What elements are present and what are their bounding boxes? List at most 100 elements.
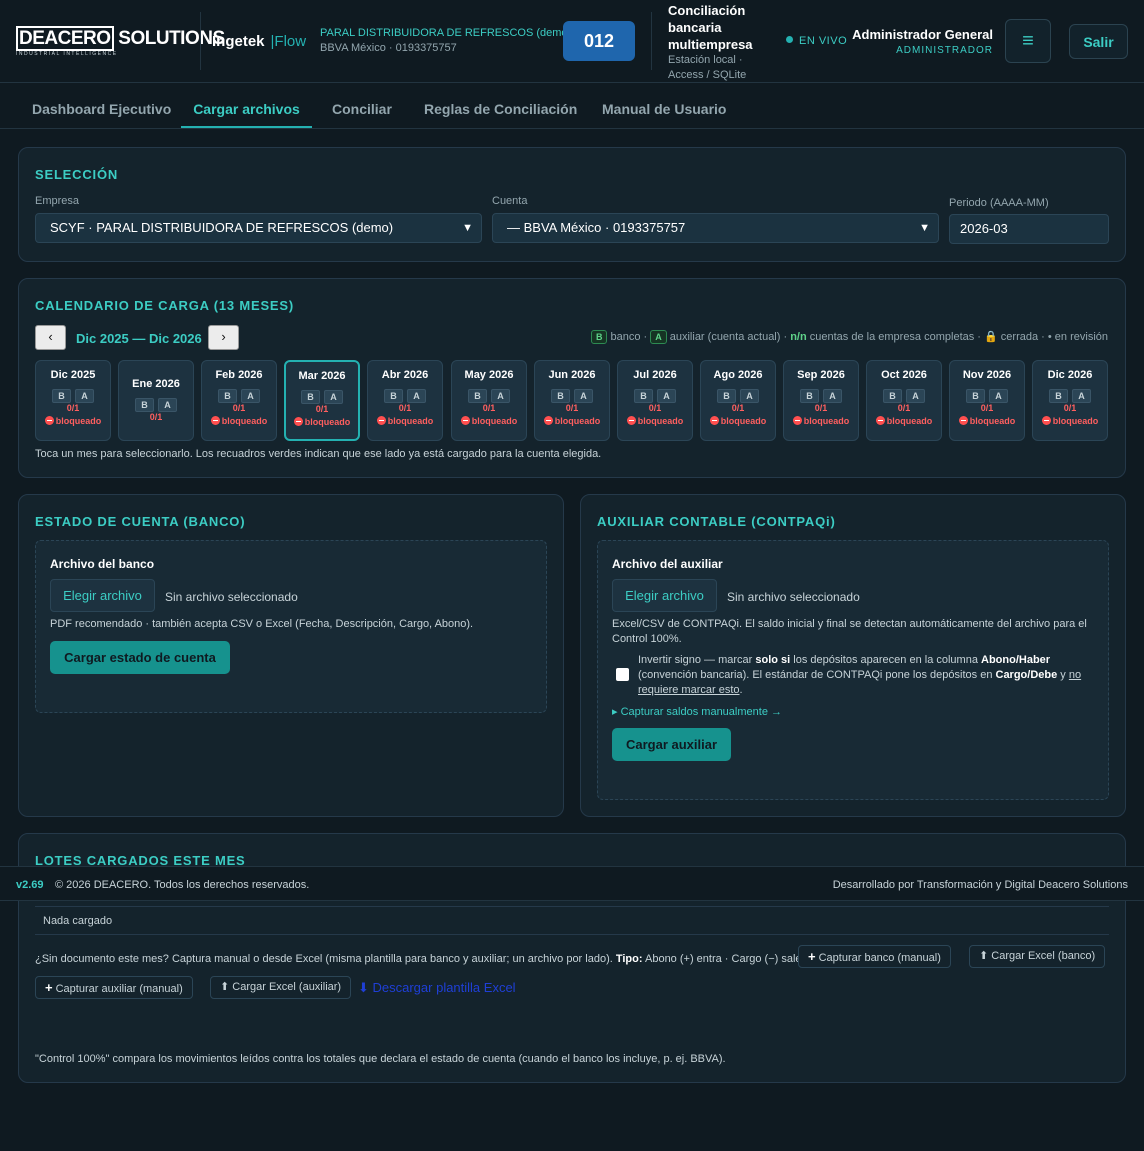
deacero-logo: DEACERO SOLUTIONS INDUSTRIAL INTELLIGENC…: [16, 26, 225, 58]
month-label: Abr 2026: [381, 369, 429, 381]
calendar-month[interactable]: Dic 2025 B A 0/1 bloqueado: [35, 360, 111, 441]
plus-icon: +: [808, 949, 816, 964]
aux-choose-file-button[interactable]: Elegir archivo: [612, 579, 717, 612]
header-divider: [651, 12, 652, 70]
menu-button[interactable]: ≡: [1005, 19, 1051, 63]
calendar-legend: Bbanco · Aauxiliar (cuenta actual) · n/n…: [590, 330, 1108, 344]
calendar-hint: Toca un mes para seleccionarlo. Los recu…: [35, 448, 602, 460]
calendar-month[interactable]: Ene 2026 B A 0/1: [118, 360, 194, 441]
cuenta-label: Cuenta: [492, 195, 528, 207]
month-status: bloqueado: [36, 416, 110, 426]
month-status-label: bloqueado: [221, 416, 268, 426]
month-count: 0/1: [482, 403, 496, 413]
calendar-next-button[interactable]: ›: [208, 325, 239, 350]
empresa-select[interactable]: SCYF · PARAL DISTRIBUIDORA DE REFRESCOS …: [35, 213, 482, 243]
tab-manual[interactable]: Manual de Usuario: [602, 83, 726, 128]
live-label: EN VIVO: [799, 35, 848, 47]
tab-cargar-archivos[interactable]: Cargar archivos: [181, 83, 312, 128]
blocked-icon: [44, 416, 54, 425]
invert-text: .: [739, 684, 743, 696]
download-template-link[interactable]: ⬇ Descargar plantilla Excel: [358, 980, 516, 996]
developed-by: Desarrollado por Transformación y Digita…: [832, 879, 1128, 891]
month-label: May 2026: [464, 369, 514, 381]
legend-complete-label: cuentas de la empresa completas ·: [809, 331, 981, 343]
calendar-month[interactable]: May 2026 B A 0/1 bloqueado: [451, 360, 527, 441]
calendar-prev-button[interactable]: ‹: [35, 325, 66, 350]
month-aux-tag: A: [823, 389, 842, 403]
upload-aux-excel-button[interactable]: ⬆ Cargar Excel (auxiliar): [210, 976, 352, 999]
month-aux-tag: A: [657, 389, 676, 403]
month-aux-tag: A: [407, 389, 426, 403]
logout-button[interactable]: Salir: [1069, 24, 1128, 59]
lots-divider: [35, 934, 1109, 935]
logo-solutions-text: SOLUTIONS: [118, 28, 225, 49]
bank-file-note: PDF recomendado · también acepta CSV o E…: [50, 618, 474, 630]
aux-file-status: Sin archivo seleccionado: [727, 590, 860, 604]
calendar-month[interactable]: Nov 2026 B A 0/1 bloqueado: [949, 360, 1025, 441]
month-aux-tag: A: [1072, 389, 1091, 403]
bank-upload-button[interactable]: Cargar estado de cuenta: [50, 641, 230, 674]
tab-dashboard[interactable]: Dashboard Ejecutivo: [32, 83, 171, 128]
tab-conciliar[interactable]: Conciliar: [332, 83, 392, 128]
month-aux-tag: A: [906, 389, 925, 403]
manual-balances-link[interactable]: ▸ Capturar saldos manualmente →: [612, 705, 782, 718]
invert-sign-label: Invertir signo — marcar solo si los depó…: [638, 653, 1098, 698]
month-bank-tag: B: [135, 398, 154, 412]
periodo-input[interactable]: 2026-03: [949, 214, 1109, 244]
invert-text: y: [1057, 669, 1069, 681]
month-sides: BA: [452, 386, 526, 403]
legend-closed-label: cerrada ·: [1000, 331, 1045, 343]
invert-text-bold: Cargo/Debe: [995, 669, 1058, 681]
calendar-month[interactable]: Dic 2026 B A 0/1 bloqueado: [1032, 360, 1108, 441]
blocked-icon: [792, 416, 802, 425]
brand-flow: |Flow: [270, 33, 307, 50]
month-status-label: bloqueado: [1052, 416, 1099, 426]
aux-upload-button[interactable]: Cargar auxiliar: [612, 728, 731, 761]
month-label: Dic 2026: [1047, 369, 1093, 381]
bank-choose-file-button[interactable]: Elegir archivo: [50, 579, 155, 612]
month-count: 0/1: [648, 403, 662, 413]
month-status: bloqueado: [701, 416, 775, 426]
logo-tagline: INDUSTRIAL INTELLIGENCE: [16, 51, 118, 57]
month-bank-tag: B: [800, 389, 819, 403]
upload-bank-excel-button[interactable]: ⬆ Cargar Excel (banco): [969, 945, 1106, 968]
bank-file-status: Sin archivo seleccionado: [165, 590, 298, 604]
month-count: 0/1: [315, 404, 329, 414]
main-tabs: Dashboard Ejecutivo Cargar archivos Conc…: [0, 83, 1144, 129]
calendar-month[interactable]: Oct 2026 B A 0/1 bloqueado: [866, 360, 942, 441]
tab-reglas[interactable]: Reglas de Conciliación: [424, 83, 577, 128]
system-title: Conciliación bancaria multiempresa: [668, 3, 753, 52]
calendar-month[interactable]: Feb 2026 B A 0/1 bloqueado: [201, 360, 277, 441]
calendar-month[interactable]: Mar 2026 B A 0/1 bloqueado: [284, 360, 360, 441]
calendar-range: Dic 2025 — Dic 2026: [76, 331, 202, 346]
calendar-month[interactable]: Abr 2026 B A 0/1 bloqueado: [367, 360, 443, 441]
invert-text: Invertir signo — marcar: [638, 654, 756, 666]
month-label: Oct 2026: [881, 369, 927, 381]
calendar-month[interactable]: Jul 2026 B A 0/1 bloqueado: [617, 360, 693, 441]
capture-aux-manual-label: Capturar auxiliar (manual): [55, 983, 183, 995]
month-count: 0/1: [980, 403, 994, 413]
month-sides: BA: [618, 386, 692, 403]
month-count: 0/1: [1063, 403, 1077, 413]
cuenta-value: — BBVA México · 0193375757: [507, 220, 686, 235]
invert-sign-checkbox[interactable]: [616, 668, 629, 681]
calendar-month[interactable]: Sep 2026 B A 0/1 bloqueado: [783, 360, 859, 441]
invert-text-bold: Abono/Haber: [981, 654, 1051, 666]
app-header: DEACERO SOLUTIONS INDUSTRIAL INTELLIGENC…: [0, 0, 1144, 83]
month-status-label: bloqueado: [387, 416, 434, 426]
month-count: 0/1: [66, 403, 80, 413]
bank-code-badge: 012: [563, 21, 635, 61]
month-status-label: bloqueado: [637, 416, 684, 426]
month-status: bloqueado: [950, 416, 1024, 426]
month-count: 0/1: [731, 403, 745, 413]
cuenta-select[interactable]: — BBVA México · 0193375757 ▼: [492, 213, 939, 243]
calendar-month[interactable]: Jun 2026 B A 0/1 bloqueado: [534, 360, 610, 441]
month-status: bloqueado: [452, 416, 526, 426]
month-status-label: bloqueado: [55, 416, 102, 426]
aux-file-title: Archivo del auxiliar: [612, 557, 723, 571]
month-bank-tag: B: [384, 389, 403, 403]
selection-title: SELECCIÓN: [35, 167, 119, 182]
capture-aux-manual-button[interactable]: + Capturar auxiliar (manual): [35, 976, 193, 999]
capture-bank-manual-button[interactable]: + Capturar banco (manual): [798, 945, 951, 968]
calendar-month[interactable]: Ago 2026 B A 0/1 bloqueado: [700, 360, 776, 441]
